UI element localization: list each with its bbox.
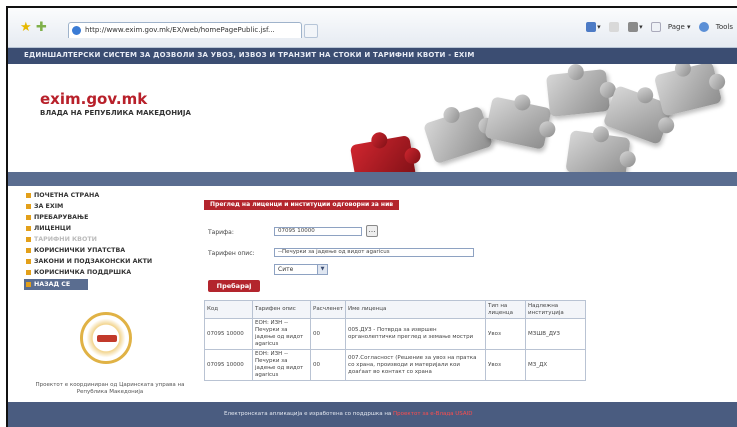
site-logo[interactable]: exim.gov.mk bbox=[40, 90, 147, 108]
puzzle-piece-image bbox=[545, 68, 611, 118]
site-footer: Електронската апликација е изработена со… bbox=[8, 402, 737, 427]
red-puzzle-piece-image bbox=[349, 135, 417, 172]
nav-item-back[interactable]: НАЗАД СЕ bbox=[24, 279, 88, 290]
cell-license-name: 005.ДУЗ - Потврда за извршен органолепти… bbox=[345, 318, 487, 350]
puzzle-piece-image bbox=[484, 96, 552, 150]
browser-window: ★ ✚ http://www.exim.gov.mk/EX/web/homePa… bbox=[6, 6, 737, 427]
description-input[interactable]: --Печурки за јадење од видот agaricus bbox=[274, 248, 474, 257]
command-bar: ▾ ▾ Page ▾ Tools bbox=[580, 22, 733, 32]
cell-code: 07095 10000 bbox=[204, 349, 253, 381]
nav-item-tariff-quotas[interactable]: ТАРИФНИ КВОТИ bbox=[24, 234, 196, 245]
cell-institution: МЗ_ДХ bbox=[525, 349, 587, 381]
site-header: exim.gov.mk ВЛАДА НА РЕПУБЛИКА МАКЕДОНИЈ… bbox=[8, 64, 737, 172]
col-license-name: Име лиценца bbox=[345, 300, 487, 319]
customs-seal-image bbox=[80, 312, 132, 364]
footer-text: Електронската апликација е изработена со… bbox=[224, 411, 473, 417]
nav-item-laws[interactable]: ЗАКОНИ И ПОДЗАКОНСКИ АКТИ bbox=[24, 256, 196, 267]
cell-license-type: Увоз bbox=[485, 349, 527, 381]
tariff-input[interactable]: 07095 10000 bbox=[274, 227, 362, 236]
tools-menu[interactable]: Tools bbox=[698, 22, 733, 32]
puzzle-piece-image bbox=[653, 64, 723, 117]
cell-description: ЕОН: ИЗН -- Печурки за јадење од видот a… bbox=[252, 318, 311, 350]
banner-text: ЕДИНШАЛТЕРСКИ СИСТЕМ ЗА ДОЗВОЛИ ЗА УВОЗ,… bbox=[24, 51, 475, 59]
cell-license-name: 007.Согласност (Решение за увоз на пратк… bbox=[345, 349, 487, 381]
col-license-type: Тип на лиценца bbox=[485, 300, 527, 319]
results-table: Код Тарифен опис Расчленет Име лиценца Т… bbox=[204, 300, 587, 381]
sidebar-nav: ПОЧЕТНА СТРАНА ЗА EXIM ПРЕБАРУВАЊЕ ЛИЦЕН… bbox=[24, 186, 196, 400]
table-header-row: Код Тарифен опис Расчленет Име лиценца Т… bbox=[204, 300, 587, 319]
cell-breakdown: 00 bbox=[309, 349, 347, 381]
cell-institution: МЗШВ_ДУЗ bbox=[525, 318, 587, 350]
browser-toolbar: ★ ✚ http://www.exim.gov.mk/EX/web/homePa… bbox=[8, 8, 737, 48]
nav-item-search[interactable]: ПРЕБАРУВАЊЕ bbox=[24, 212, 196, 223]
feeds-icon[interactable] bbox=[608, 22, 620, 32]
puzzle-piece-image bbox=[565, 130, 631, 172]
usaid-link[interactable]: USAID bbox=[455, 411, 472, 417]
nav-item-home[interactable]: ПОЧЕТНА СТРАНА bbox=[24, 190, 196, 201]
table-row[interactable]: 07095 10000 ЕОН: ИЗН -- Печурки за јадењ… bbox=[204, 318, 587, 350]
section-heading: Преглед на лиценци и институции одговорн… bbox=[204, 200, 400, 210]
nav-item-manuals[interactable]: КОРИСНИЧКИ УПАТСТВА bbox=[24, 245, 196, 256]
col-description: Тарифен опис bbox=[252, 300, 311, 319]
tariff-label: Тарифа: bbox=[208, 229, 234, 236]
cell-code: 07095 10000 bbox=[204, 318, 253, 350]
favorites-star-icon[interactable]: ★ bbox=[20, 20, 32, 35]
puzzle-piece-image bbox=[422, 105, 494, 165]
nav-item-licenses[interactable]: ЛИЦЕНЦИ bbox=[24, 223, 196, 234]
tab-url: http://www.exim.gov.mk/EX/web/homePagePu… bbox=[85, 26, 275, 34]
add-favorites-icon[interactable]: ✚ bbox=[36, 20, 47, 35]
header-divider bbox=[8, 172, 737, 186]
cell-description: ЕОН: ИЗН -- Печурки за јадење од видот a… bbox=[252, 349, 311, 381]
license-type-select[interactable]: Сите ▼ bbox=[274, 264, 328, 275]
browser-tab[interactable]: http://www.exim.gov.mk/EX/web/homePagePu… bbox=[68, 22, 302, 38]
tariff-lookup-button[interactable]: … bbox=[366, 225, 378, 237]
nav-item-about[interactable]: ЗА EXIM bbox=[24, 201, 196, 212]
nav-footer-text: Проектот е координиран од Царинската упр… bbox=[35, 382, 185, 395]
table-row[interactable]: 07095 10000 ЕОН: ИЗН -- Печурки за јадењ… bbox=[204, 349, 587, 381]
site-subtitle: ВЛАДА НА РЕПУБЛИКА МАКЕДОНИЈА bbox=[40, 109, 191, 117]
cell-license-type: Увоз bbox=[485, 318, 527, 350]
new-tab-button[interactable] bbox=[304, 24, 318, 38]
cell-breakdown: 00 bbox=[309, 318, 347, 350]
main-content: Преглед на лиценци и институции одговорн… bbox=[196, 186, 737, 400]
egov-project-link[interactable]: Проектот за е-Влада bbox=[393, 411, 453, 417]
col-breakdown: Расчленет bbox=[309, 300, 347, 319]
select-value: Сите bbox=[278, 266, 294, 273]
chevron-down-icon: ▼ bbox=[317, 265, 327, 274]
search-button[interactable]: Пребарај bbox=[208, 280, 260, 292]
description-label: Тарифен опис: bbox=[208, 250, 255, 257]
col-code: Код bbox=[204, 300, 253, 319]
nav-item-support[interactable]: КОРИСНИЧКА ПОДДРШКА bbox=[24, 267, 196, 278]
ie-icon bbox=[72, 26, 81, 35]
home-icon[interactable]: ▾ bbox=[586, 22, 601, 32]
print-icon[interactable]: ▾ bbox=[628, 22, 643, 32]
site-banner: ЕДИНШАЛТЕРСКИ СИСТЕМ ЗА ДОЗВОЛИ ЗА УВОЗ,… bbox=[8, 48, 737, 64]
page-menu[interactable]: Page ▾ bbox=[650, 22, 691, 32]
col-institution: Надлежна институција bbox=[525, 300, 587, 319]
